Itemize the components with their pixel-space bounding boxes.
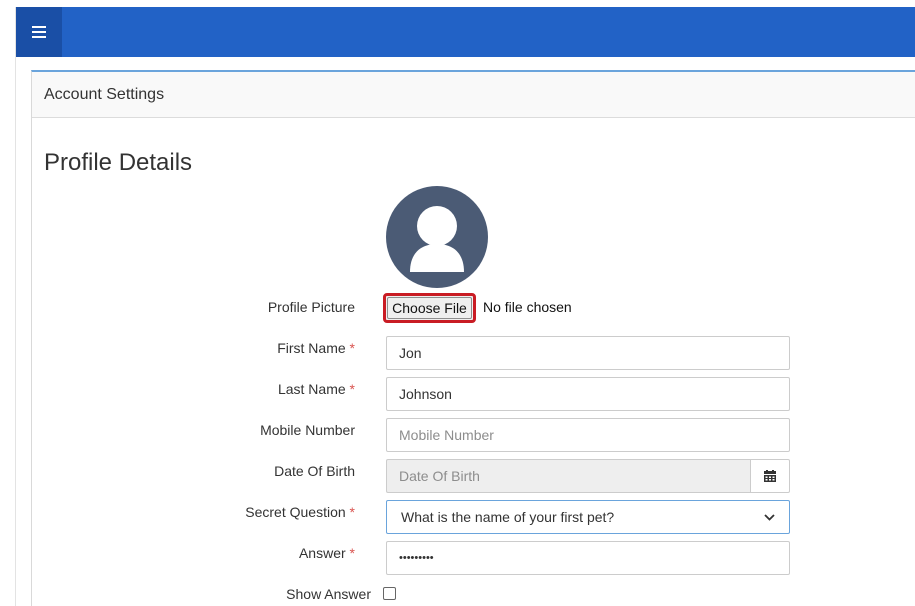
last-name-label: Last Name *: [277, 381, 355, 397]
left-gutter: [0, 7, 16, 606]
date-of-birth-placeholder: Date Of Birth: [399, 468, 480, 484]
date-picker-button[interactable]: [750, 459, 790, 493]
required-marker: *: [349, 504, 355, 520]
file-status: No file chosen: [483, 299, 572, 315]
chevron-down-icon: [764, 513, 775, 521]
show-answer-label: Show Answer: [286, 586, 371, 602]
hamburger-icon: [32, 26, 46, 38]
panel-heading: Account Settings: [32, 72, 915, 118]
date-of-birth-label: Date Of Birth: [274, 463, 355, 479]
calendar-icon: [764, 470, 776, 482]
date-of-birth-field[interactable]: Date Of Birth: [386, 459, 750, 493]
first-name-field[interactable]: Jon: [386, 336, 790, 370]
secret-question-label: Secret Question *: [245, 504, 355, 520]
top-navbar: [16, 7, 915, 57]
secret-question-select[interactable]: What is the name of your first pet?: [386, 500, 790, 534]
answer-value: •••••••••: [399, 552, 434, 564]
show-answer-checkbox[interactable]: [383, 587, 396, 600]
mobile-number-placeholder: Mobile Number: [399, 427, 494, 443]
user-silhouette-icon: [410, 206, 464, 272]
menu-button[interactable]: [16, 7, 62, 57]
required-marker: *: [349, 545, 355, 561]
profile-picture-label: Profile Picture: [267, 299, 355, 315]
last-name-field[interactable]: Johnson: [386, 377, 790, 411]
answer-label: Answer *: [298, 545, 355, 561]
required-marker: *: [349, 381, 355, 397]
last-name-value: Johnson: [399, 386, 452, 402]
mobile-number-label: Mobile Number: [260, 422, 355, 438]
first-name-value: Jon: [399, 345, 422, 361]
required-marker: *: [349, 340, 355, 356]
panel-title: Account Settings: [44, 85, 165, 103]
choose-file-label: Choose File: [387, 297, 472, 319]
mobile-number-field[interactable]: Mobile Number: [386, 418, 790, 452]
avatar: [386, 186, 488, 288]
first-name-label: First Name *: [277, 340, 355, 356]
secret-question-selected: What is the name of your first pet?: [401, 509, 615, 525]
answer-field[interactable]: •••••••••: [386, 541, 790, 575]
choose-file-button[interactable]: Choose File: [383, 293, 476, 323]
profile-details-title: Profile Details: [44, 149, 193, 176]
top-strip: [0, 0, 915, 7]
